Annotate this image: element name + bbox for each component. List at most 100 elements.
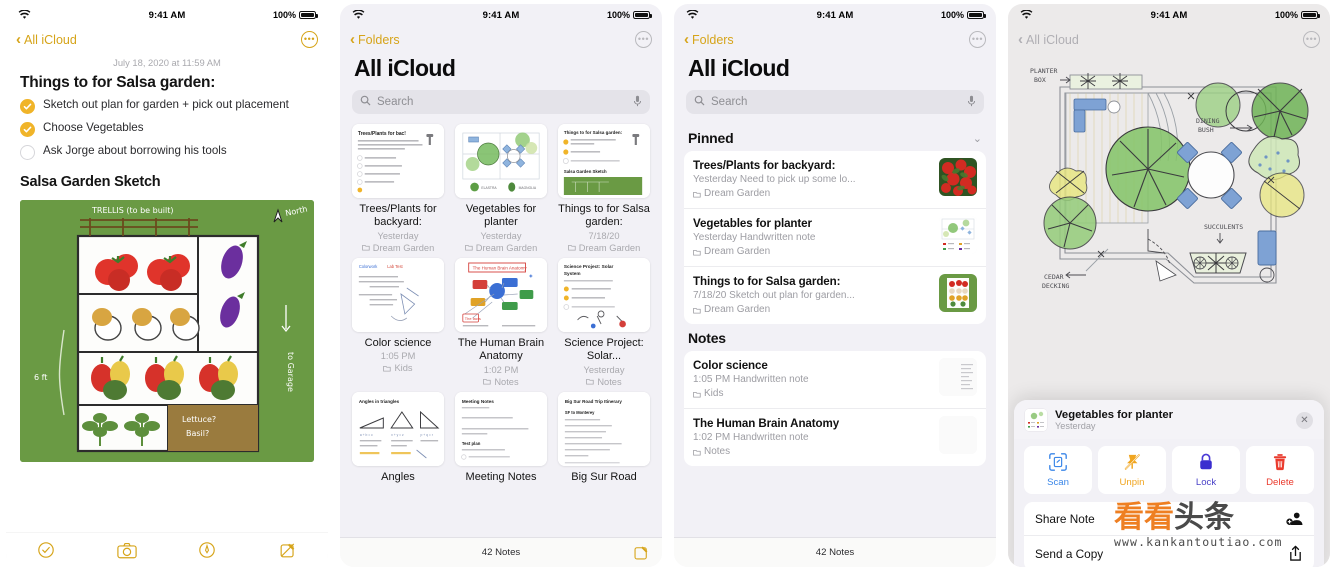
panel-gallery-view: 9:41 AM 100% ‹ Folders ••• All iCloud Se… (334, 0, 668, 571)
todo-item[interactable]: Ask Jorge about borrowing his tools (20, 144, 314, 160)
scan-icon (1049, 453, 1067, 471)
gallery-item-folder: Dream Garden (361, 242, 434, 254)
note-title: Things to for Salsa garden: (693, 275, 841, 289)
microphone-icon[interactable] (633, 95, 642, 110)
svg-text:to Garage: to Garage (286, 352, 295, 392)
note-action-sheet: Vegetables for planter Yesterday ✕ Scan … (1014, 400, 1324, 567)
unpin-button[interactable]: Unpin (1098, 446, 1166, 494)
svg-text:6 ft: 6 ft (34, 373, 47, 382)
back-button-folders[interactable]: ‹ Folders (350, 32, 400, 47)
salsa-garden-sketch-image: .hl{font-family:"DejaVu Sans",sans-serif… (20, 200, 314, 462)
note-title: Color science (693, 359, 768, 373)
sheet-note-title: Vegetables for planter (1055, 409, 1174, 421)
todo-label: Ask Jorge about borrowing his tools (43, 144, 227, 157)
checkbox-empty-icon[interactable] (20, 145, 35, 160)
delete-label: Delete (1266, 477, 1294, 488)
search-input[interactable]: Search (686, 90, 984, 114)
more-circle-icon[interactable]: ••• (1303, 31, 1320, 48)
lock-icon (1200, 453, 1212, 470)
angles-thumb: Angles in triangles a + b = c x + y = z p … (352, 391, 444, 466)
svg-text:The facts: The facts (465, 316, 481, 321)
bottom-bar-2: 42 Notes (340, 537, 662, 567)
note-date: July 18, 2020 at 11:59 AM (113, 57, 221, 68)
gallery-item-date: Yesterday (480, 230, 522, 241)
note-thumbnail (1025, 409, 1047, 431)
handwriting-thumb: Colorwork Lab Test (352, 257, 444, 332)
back-label: All iCloud (24, 32, 77, 47)
microphone-icon[interactable] (967, 95, 976, 110)
road-trip-thumb: Big Sur Road Trip Itinerary SF to Monter… (558, 391, 650, 466)
back-button-all-icloud[interactable]: ‹ All iCloud (16, 32, 77, 47)
todo-item[interactable]: Sketch out plan for garden + pick out pl… (20, 98, 314, 114)
chevron-down-icon[interactable]: ⌄ (973, 132, 982, 145)
gallery-item[interactable]: Science Project: Solar System Science Pr… (558, 257, 650, 388)
gallery-item[interactable]: Big Sur Road Trip Itinerary SF to Monter… (558, 391, 650, 484)
svg-text:SUCCULENTS: SUCCULENTS (1204, 223, 1243, 231)
note-subheading: Salsa Garden Sketch (20, 174, 161, 190)
status-bar-1: 9:41 AM 100% (6, 4, 328, 26)
gallery-item[interactable]: Colorwork Lab Test Color science 1:05 PM… (352, 257, 444, 388)
delete-button[interactable]: Delete (1246, 446, 1314, 494)
quick-actions: Scan Unpin Lock Delete (1014, 439, 1324, 502)
lock-button[interactable]: Lock (1172, 446, 1240, 494)
checkbox-checked-icon[interactable] (20, 99, 35, 114)
svg-text:Meeting Notes: Meeting Notes (462, 399, 494, 405)
chevron-left-icon: ‹ (1018, 30, 1023, 48)
notes-count: 42 Notes (481, 547, 521, 558)
more-circle-icon[interactable]: ••• (301, 31, 318, 48)
camera-icon[interactable] (116, 539, 138, 561)
svg-text:Things to for Salsa garden:: Things to for Salsa garden: (564, 130, 623, 135)
nav-bar-2: ‹ Folders ••• (340, 26, 662, 53)
gallery-item[interactable]: Meeting Notes Test plan Meeting Notes (455, 391, 547, 484)
gallery-item[interactable]: Things to for Salsa garden: Salsa Garden… (558, 124, 650, 254)
todo-item[interactable]: Choose Vegetables (20, 121, 314, 137)
note-row[interactable]: Vegetables for planter Yesterday Handwri… (684, 208, 986, 266)
search-input[interactable]: Search (352, 90, 650, 114)
gallery-item[interactable]: Trees/Plants for bac! Trees/Plants for b… (352, 124, 444, 254)
more-circle-icon[interactable]: ••• (635, 31, 652, 48)
share-person-icon (1286, 511, 1303, 526)
folder-icon (693, 249, 701, 256)
folder-icon (693, 391, 701, 398)
section-header-pinned[interactable]: Pinned ⌄ (674, 124, 996, 151)
battery-percent: 100% (1274, 10, 1298, 20)
note-title: Trees/Plants for backyard: (693, 159, 836, 172)
svg-text:The Human Brain Anatomy: The Human Brain Anatomy (473, 265, 528, 270)
section-header-notes[interactable]: Notes (674, 324, 996, 351)
share-up-icon (1288, 545, 1303, 562)
gallery-item[interactable]: The Human Brain Anatomy The facts The Hu… (455, 257, 547, 388)
gallery-item-title: Meeting Notes (465, 470, 537, 483)
checkbox-checked-icon[interactable] (20, 122, 35, 137)
gallery-item[interactable]: ELASTRA MAGNOLIA Vegetables for planter … (455, 124, 547, 254)
page-title: All iCloud (688, 55, 790, 81)
note-checklist-thumb: Trees/Plants for bac! (352, 124, 444, 198)
note-row[interactable]: The Human Brain Anatomy 1:02 PM Handwrit… (684, 408, 986, 466)
note-preview: 1:05 PM Handwritten note (693, 374, 809, 386)
send-copy-row[interactable]: Send a Copy (1024, 535, 1314, 567)
share-note-row[interactable]: Share Note (1024, 502, 1314, 535)
note-title: The Human Brain Anatomy (693, 417, 840, 431)
gallery-item-folder: Notes (483, 376, 519, 388)
salsa-garden-thumb: Things to for Salsa garden: Salsa Garden… (558, 124, 650, 198)
note-row[interactable]: Things to for Salsa garden: 7/18/20 Sket… (684, 266, 986, 324)
svg-text:Science Project: Solar: Science Project: Solar (564, 264, 614, 270)
note-row[interactable]: Color science 1:05 PM Handwritten note K… (684, 351, 986, 408)
compose-icon[interactable] (277, 539, 299, 561)
scan-button[interactable]: Scan (1024, 446, 1092, 494)
note-row[interactable]: Trees/Plants for backyard: Yesterday Nee… (684, 151, 986, 208)
note-toolbar (6, 533, 328, 567)
markup-pen-icon[interactable] (196, 539, 218, 561)
folder-icon (361, 245, 370, 251)
search-placeholder: Search (711, 96, 748, 108)
back-button-folders[interactable]: ‹ Folders (684, 32, 734, 47)
more-circle-icon[interactable]: ••• (969, 31, 986, 48)
note-folder: Kids (693, 387, 931, 401)
note-preview: 1:02 PM Handwritten note (693, 432, 809, 444)
svg-text:Basil?: Basil? (186, 429, 209, 438)
screen-2: 9:41 AM 100% ‹ Folders ••• All iCloud Se… (340, 4, 662, 567)
close-icon[interactable]: ✕ (1296, 411, 1313, 429)
back-button-all-icloud[interactable]: ‹ All iCloud (1018, 30, 1079, 48)
compose-icon[interactable] (633, 544, 650, 561)
gallery-item[interactable]: Angles in triangles a + b = c x + y = z p … (352, 391, 444, 484)
checklist-icon[interactable] (35, 539, 57, 561)
